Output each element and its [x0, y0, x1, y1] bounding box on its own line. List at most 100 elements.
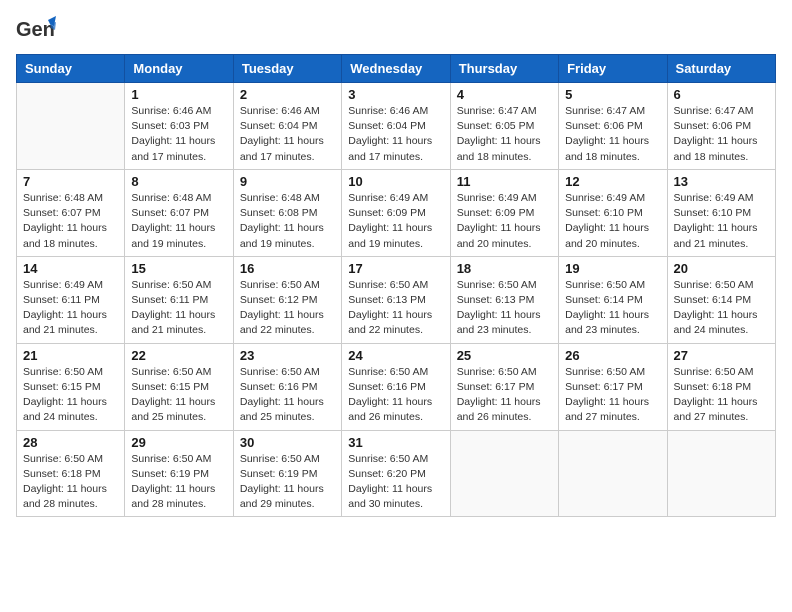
day-number: 17 [348, 261, 443, 276]
calendar-cell: 5 Sunrise: 6:47 AMSunset: 6:06 PMDaylight… [559, 83, 667, 170]
calendar-week-4: 21 Sunrise: 6:50 AMSunset: 6:15 PMDayligh… [17, 343, 776, 430]
calendar-cell: 28 Sunrise: 6:50 AMSunset: 6:18 PMDayligh… [17, 430, 125, 517]
day-number: 28 [23, 435, 118, 450]
day-number: 27 [674, 348, 769, 363]
calendar-cell: 18 Sunrise: 6:50 AMSunset: 6:13 PMDayligh… [450, 256, 558, 343]
calendar-cell: 24 Sunrise: 6:50 AMSunset: 6:16 PMDayligh… [342, 343, 450, 430]
day-number: 30 [240, 435, 335, 450]
day-info: Sunrise: 6:50 AMSunset: 6:20 PMDaylight:… [348, 452, 443, 513]
day-number: 15 [131, 261, 226, 276]
calendar-cell: 19Sunrise: 6:50 AMSunset: 6:14 PMDayligh… [559, 256, 667, 343]
calendar-cell: 20 Sunrise: 6:50 AMSunset: 6:14 PMDayligh… [667, 256, 775, 343]
calendar-week-2: 7Sunrise: 6:48 AMSunset: 6:07 PMDaylight… [17, 169, 776, 256]
calendar-cell: 14 Sunrise: 6:49 AMSunset: 6:11 PMDayligh… [17, 256, 125, 343]
day-info: Sunrise: 6:46 AMSunset: 6:04 PMDaylight:… [240, 104, 335, 165]
calendar-cell: 26Sunrise: 6:50 AMSunset: 6:17 PMDayligh… [559, 343, 667, 430]
calendar-cell: 8 Sunrise: 6:48 AMSunset: 6:07 PMDaylight… [125, 169, 233, 256]
day-number: 16 [240, 261, 335, 276]
day-info: Sunrise: 6:49 AMSunset: 6:11 PMDaylight:… [23, 278, 118, 339]
calendar-cell: 13 Sunrise: 6:49 AMSunset: 6:10 PMDayligh… [667, 169, 775, 256]
calendar-cell [667, 430, 775, 517]
day-info: Sunrise: 6:50 AMSunset: 6:12 PMDaylight:… [240, 278, 335, 339]
day-info: Sunrise: 6:50 AMSunset: 6:11 PMDaylight:… [131, 278, 226, 339]
calendar-cell: 9 Sunrise: 6:48 AMSunset: 6:08 PMDaylight… [233, 169, 341, 256]
day-info: Sunrise: 6:47 AMSunset: 6:05 PMDaylight:… [457, 104, 552, 165]
calendar-cell: 6 Sunrise: 6:47 AMSunset: 6:06 PMDaylight… [667, 83, 775, 170]
day-info: Sunrise: 6:48 AMSunset: 6:07 PMDaylight:… [131, 191, 226, 252]
day-number: 13 [674, 174, 769, 189]
calendar-table: SundayMondayTuesdayWednesdayThursdayFrid… [16, 54, 776, 517]
day-number: 10 [348, 174, 443, 189]
day-info: Sunrise: 6:50 AMSunset: 6:15 PMDaylight:… [23, 365, 118, 426]
header: Gen [16, 16, 776, 42]
day-number: 6 [674, 87, 769, 102]
day-info: Sunrise: 6:50 AMSunset: 6:14 PMDaylight:… [674, 278, 769, 339]
day-number: 18 [457, 261, 552, 276]
day-info: Sunrise: 6:48 AMSunset: 6:08 PMDaylight:… [240, 191, 335, 252]
day-number: 8 [131, 174, 226, 189]
day-number: 29 [131, 435, 226, 450]
day-number: 5 [565, 87, 660, 102]
calendar-cell: 29Sunrise: 6:50 AMSunset: 6:19 PMDayligh… [125, 430, 233, 517]
day-number: 25 [457, 348, 552, 363]
day-number: 21 [23, 348, 118, 363]
day-number: 9 [240, 174, 335, 189]
weekday-header-thursday: Thursday [450, 55, 558, 83]
calendar-cell: 10 Sunrise: 6:49 AMSunset: 6:09 PMDayligh… [342, 169, 450, 256]
day-info: Sunrise: 6:49 AMSunset: 6:10 PMDaylight:… [565, 191, 660, 252]
calendar-cell: 12 Sunrise: 6:49 AMSunset: 6:10 PMDayligh… [559, 169, 667, 256]
day-info: Sunrise: 6:50 AMSunset: 6:15 PMDaylight:… [131, 365, 226, 426]
day-number: 3 [348, 87, 443, 102]
day-number: 4 [457, 87, 552, 102]
day-number: 12 [565, 174, 660, 189]
calendar-cell: 4 Sunrise: 6:47 AMSunset: 6:05 PMDaylight… [450, 83, 558, 170]
calendar-cell: 25 Sunrise: 6:50 AMSunset: 6:17 PMDayligh… [450, 343, 558, 430]
day-number: 20 [674, 261, 769, 276]
day-info: Sunrise: 6:50 AMSunset: 6:13 PMDaylight:… [457, 278, 552, 339]
calendar-cell: 3 Sunrise: 6:46 AMSunset: 6:04 PMDaylight… [342, 83, 450, 170]
day-info: Sunrise: 6:50 AMSunset: 6:16 PMDaylight:… [348, 365, 443, 426]
day-number: 26 [565, 348, 660, 363]
day-info: Sunrise: 6:46 AMSunset: 6:03 PMDaylight:… [131, 104, 226, 165]
day-info: Sunrise: 6:47 AMSunset: 6:06 PMDaylight:… [565, 104, 660, 165]
day-info: Sunrise: 6:50 AMSunset: 6:18 PMDaylight:… [674, 365, 769, 426]
calendar-cell: 17Sunrise: 6:50 AMSunset: 6:13 PMDayligh… [342, 256, 450, 343]
day-number: 11 [457, 174, 552, 189]
calendar-week-5: 28 Sunrise: 6:50 AMSunset: 6:18 PMDayligh… [17, 430, 776, 517]
calendar-week-1: 1 Sunrise: 6:46 AMSunset: 6:03 PMDaylight… [17, 83, 776, 170]
calendar-cell: 27 Sunrise: 6:50 AMSunset: 6:18 PMDayligh… [667, 343, 775, 430]
day-info: Sunrise: 6:50 AMSunset: 6:17 PMDaylight:… [457, 365, 552, 426]
weekday-header-friday: Friday [559, 55, 667, 83]
day-number: 31 [348, 435, 443, 450]
day-number: 23 [240, 348, 335, 363]
day-number: 24 [348, 348, 443, 363]
day-info: Sunrise: 6:47 AMSunset: 6:06 PMDaylight:… [674, 104, 769, 165]
calendar-cell: 2Sunrise: 6:46 AMSunset: 6:04 PMDaylight… [233, 83, 341, 170]
weekday-header-wednesday: Wednesday [342, 55, 450, 83]
day-info: Sunrise: 6:50 AMSunset: 6:18 PMDaylight:… [23, 452, 118, 513]
calendar-cell: 16 Sunrise: 6:50 AMSunset: 6:12 PMDayligh… [233, 256, 341, 343]
day-info: Sunrise: 6:49 AMSunset: 6:09 PMDaylight:… [348, 191, 443, 252]
logo-icon: Gen [16, 16, 56, 46]
svg-text:Gen: Gen [16, 19, 55, 41]
calendar-cell [17, 83, 125, 170]
day-number: 19 [565, 261, 660, 276]
weekday-header-monday: Monday [125, 55, 233, 83]
calendar-cell: 1 Sunrise: 6:46 AMSunset: 6:03 PMDaylight… [125, 83, 233, 170]
day-info: Sunrise: 6:46 AMSunset: 6:04 PMDaylight:… [348, 104, 443, 165]
day-number: 1 [131, 87, 226, 102]
calendar-cell: 15 Sunrise: 6:50 AMSunset: 6:11 PMDayligh… [125, 256, 233, 343]
calendar-cell: 31 Sunrise: 6:50 AMSunset: 6:20 PMDayligh… [342, 430, 450, 517]
day-info: Sunrise: 6:49 AMSunset: 6:09 PMDaylight:… [457, 191, 552, 252]
calendar-cell: 7Sunrise: 6:48 AMSunset: 6:07 PMDaylight… [17, 169, 125, 256]
calendar-week-3: 14 Sunrise: 6:49 AMSunset: 6:11 PMDayligh… [17, 256, 776, 343]
day-info: Sunrise: 6:48 AMSunset: 6:07 PMDaylight:… [23, 191, 118, 252]
day-info: Sunrise: 6:49 AMSunset: 6:10 PMDaylight:… [674, 191, 769, 252]
calendar-cell [559, 430, 667, 517]
logo: Gen [16, 16, 56, 42]
day-info: Sunrise: 6:50 AMSunset: 6:16 PMDaylight:… [240, 365, 335, 426]
day-number: 14 [23, 261, 118, 276]
calendar-cell: 21 Sunrise: 6:50 AMSunset: 6:15 PMDayligh… [17, 343, 125, 430]
weekday-header-sunday: Sunday [17, 55, 125, 83]
day-number: 22 [131, 348, 226, 363]
